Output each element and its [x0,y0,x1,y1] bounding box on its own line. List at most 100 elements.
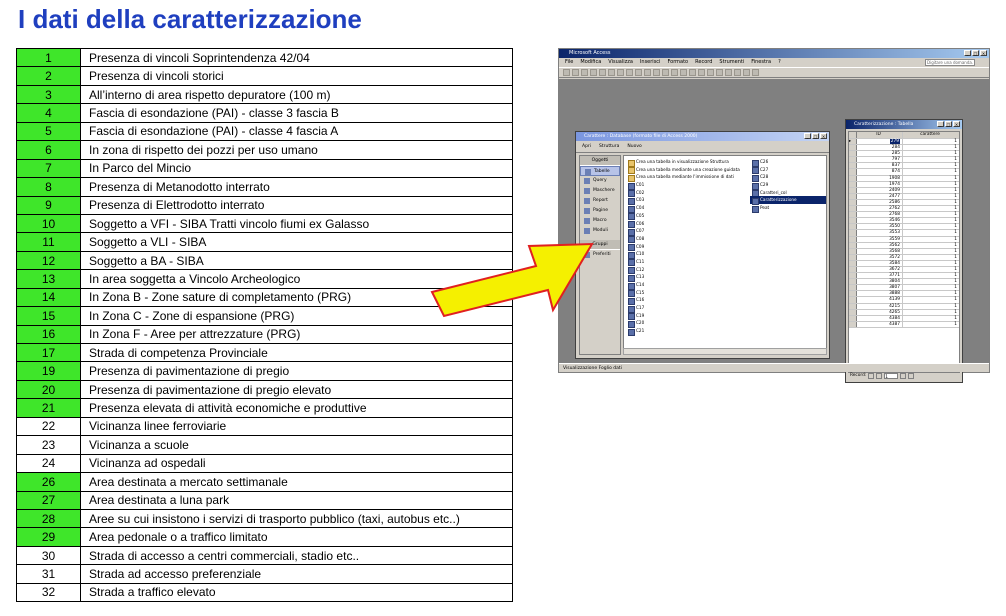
cell-carattere[interactable]: 1 [903,267,959,272]
tbl-minimize-button[interactable]: _ [937,121,944,127]
toolbar-button-icon[interactable] [689,69,696,76]
toolbar-button-icon[interactable] [581,69,588,76]
cell-id[interactable]: 4384 [857,315,903,321]
record-selector[interactable] [849,273,857,279]
table-list-item[interactable]: C07 [626,227,746,236]
record-selector[interactable] [849,248,857,254]
cell-id[interactable]: 3888 [857,291,903,297]
table-list-item[interactable]: C17 [626,304,746,313]
cell-id[interactable]: 4265 [857,309,903,315]
toolbar-button-icon[interactable] [698,69,705,76]
cell-id[interactable]: 1974 [857,181,903,187]
cell-id[interactable]: 2409 [857,187,903,193]
cell-id[interactable]: 837 [857,163,903,169]
cell-carattere[interactable]: 1 [903,243,959,248]
cell-carattere[interactable]: 1 [903,304,959,309]
cell-id[interactable]: 3546 [857,218,903,224]
object-type-2[interactable]: Maschere [580,186,620,196]
minimize-button[interactable]: _ [964,50,971,56]
table-list-item[interactable]: C03 [626,196,746,205]
cell-carattere[interactable]: 1 [903,316,959,321]
cell-carattere[interactable]: 1 [903,182,959,187]
toolbar-button-icon[interactable] [752,69,759,76]
cell-id[interactable]: 4139 [857,297,903,303]
cell-id[interactable]: 285 [857,151,903,157]
menu-item[interactable]: Record [695,58,712,67]
tbl-close-button[interactable]: × [953,121,960,127]
record-number-field[interactable]: 1 [884,373,899,380]
menu-item[interactable]: Modifica [580,58,601,67]
cell-carattere[interactable]: 1 [903,169,959,174]
menu-item[interactable]: Finestra [751,58,771,67]
cell-id[interactable]: 3771 [857,273,903,279]
object-type-0[interactable]: Tabelle [580,166,620,176]
table-list-item[interactable]: C26 [750,158,826,167]
record-selector[interactable] [849,193,857,199]
toolbar-button-icon[interactable] [653,69,660,76]
table-list-item[interactable]: Caratteri_col [750,189,826,197]
menu-item[interactable]: File [565,58,573,67]
first-record-button[interactable] [868,373,875,379]
cell-id[interactable]: 2768 [857,212,903,218]
table-list-item[interactable]: C16 [626,296,746,305]
object-type-4[interactable]: Pagine [580,206,620,216]
cell-carattere[interactable]: 1 [903,163,959,168]
record-selector[interactable] [849,212,857,218]
record-selector[interactable] [849,321,857,327]
record-selector[interactable] [849,297,857,303]
record-selector[interactable] [849,181,857,187]
menu-item[interactable]: Strumenti [719,58,744,67]
toolbar-button-icon[interactable] [680,69,687,76]
cell-id[interactable]: 4215 [857,303,903,309]
cell-id[interactable]: 2477 [857,193,903,199]
design-button[interactable]: Struttura [599,141,619,152]
record-selector[interactable] [849,175,857,181]
cell-carattere[interactable]: 1 [903,206,959,211]
cell-id[interactable]: 284 [857,145,903,151]
table-list-item[interactable]: C14 [626,281,746,290]
next-record-button[interactable] [900,373,907,379]
record-selector[interactable] [849,151,857,157]
menu-item[interactable]: Visualizza [608,58,633,67]
record-selector[interactable] [849,254,857,260]
cell-carattere[interactable]: 1 [903,200,959,205]
table-list-item[interactable]: C19 [626,312,746,320]
cell-id[interactable]: 3672 [857,266,903,273]
cell-carattere[interactable]: 1 [903,145,959,150]
table-list-item[interactable]: Crea una tabella mediante l'immissione d… [626,173,746,182]
table-list-item[interactable]: Crea una tabella mediante una creazione … [626,166,746,174]
cell-id[interactable]: 3807 [857,285,903,291]
table-list-item[interactable]: C10 [626,250,746,259]
last-record-button[interactable] [908,373,915,379]
toolbar-button-icon[interactable] [743,69,750,76]
cell-carattere[interactable]: 1 [903,291,959,296]
record-selector[interactable] [849,285,857,291]
menu-item[interactable]: Formato [667,58,688,67]
record-selector[interactable] [849,169,857,175]
cell-carattere[interactable]: 1 [903,237,959,242]
ask-question-input[interactable]: Digitare una domanda. [925,59,975,66]
record-selector[interactable] [849,260,857,266]
toolbar-button-icon[interactable] [635,69,642,76]
toolbar-button-icon[interactable] [707,69,714,76]
cell-id[interactable]: 3568 [857,248,903,254]
cell-id[interactable]: 3559 [857,236,903,242]
cell-id[interactable]: 3553 [857,230,903,236]
record-selector[interactable] [849,236,857,242]
toolbar-button-icon[interactable] [734,69,741,76]
table-list-item[interactable]: C06 [626,220,746,228]
toolbar-button-icon[interactable] [716,69,723,76]
db-minimize-button[interactable]: _ [804,133,811,139]
table-list-item[interactable]: C21 [626,327,746,336]
db-horizontal-scrollbar[interactable] [623,348,827,355]
toolbar-button-icon[interactable] [671,69,678,76]
table-list-item[interactable]: C29 [750,181,826,190]
table-list-item[interactable]: Peat [750,204,826,213]
cell-carattere[interactable]: 1 [903,310,959,315]
cell-carattere[interactable]: 1 [903,285,959,290]
object-type-1[interactable]: Query [580,176,620,186]
toolbar-button-icon[interactable] [572,69,579,76]
toolbar-button-icon[interactable] [608,69,615,76]
table-list-item[interactable]: C20 [626,319,746,328]
cell-id[interactable]: 3804 [857,279,903,285]
